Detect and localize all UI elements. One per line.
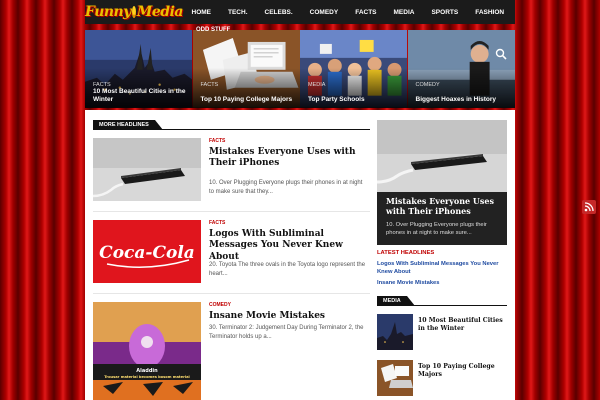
site-logo[interactable]: Funny Media: [85, 0, 184, 24]
article-title[interactable]: Logos With Subliminal Messages You Never…: [209, 229, 369, 263]
aladdin-caption: Aladdin: [136, 368, 158, 374]
featured-category: MEDIA: [308, 82, 326, 88]
article-excerpt: 20. Toyota The three ovals in the Toyota…: [209, 262, 366, 277]
top-navigation-bar: Funny Media HOME TECH. CELEBS. COMEDY FA…: [85, 0, 515, 24]
nav-item-media[interactable]: MEDIA: [385, 0, 423, 24]
search-icon[interactable]: [495, 48, 507, 60]
nav-item-tech[interactable]: TECH.: [220, 0, 257, 24]
featured-title: Top 10 Paying College Majors: [200, 95, 293, 103]
article-title[interactable]: Insane Movie Mistakes: [209, 311, 369, 322]
featured-category: COMEDY: [415, 82, 440, 88]
featured-strip: FACTS 10 Most Beautiful Cities in the Wi…: [85, 30, 515, 108]
latest-headline-link[interactable]: Insane Movie Mistakes: [377, 279, 507, 287]
media-item-title[interactable]: Top 10 Paying College Majors: [418, 363, 508, 379]
article-category: COMEDY: [209, 302, 231, 308]
coca-cola-logo-text: Coca-Cola: [99, 243, 195, 263]
nav-item-sports[interactable]: SPORTS: [423, 0, 467, 24]
sidebar-featured-excerpt: 10. Over Plugging Everyone plugs their p…: [386, 222, 487, 237]
article-item-iphone[interactable]: FACTS Mistakes Everyone Uses with Their …: [93, 138, 370, 208]
article-category: FACTS: [209, 220, 226, 226]
article-category: FACTS: [209, 138, 226, 144]
section-divider: [377, 305, 507, 306]
article-excerpt: 10. Over Plugging Everyone plugs their p…: [209, 180, 363, 195]
nav-item-facts[interactable]: FACTS: [347, 0, 385, 24]
article-divider: [93, 293, 370, 294]
nav-item-comedy[interactable]: COMEDY: [301, 0, 347, 24]
featured-title: Top Party Schools: [308, 95, 365, 103]
article-title[interactable]: Mistakes Everyone Uses with Their iPhone…: [209, 147, 369, 170]
logo-text-media: Media: [136, 4, 184, 20]
odd-stuff-label[interactable]: ODD STUFF: [196, 27, 230, 33]
nav-item-fashion[interactable]: FASHION: [467, 0, 513, 24]
rss-icon: [584, 202, 594, 212]
smiley-icon: [131, 6, 136, 18]
featured-card-college-majors[interactable]: FACTS Top 10 Paying College Majors: [192, 30, 300, 108]
article-item-movie-mistakes[interactable]: Aladdin Trousar material becomes bosom m…: [93, 302, 370, 400]
featured-title: Biggest Hoaxes in History: [415, 95, 497, 103]
sidebar-featured-title[interactable]: Mistakes Everyone Uses with Their iPhone…: [386, 196, 501, 216]
aladdin-image: Aladdin Trousar material becomes bosom m…: [93, 302, 201, 400]
rss-button[interactable]: [582, 200, 596, 214]
article-divider: [93, 211, 370, 212]
article-excerpt: 30. Terminator 2: Judgement Day During T…: [209, 325, 364, 340]
papers-laptop-thumb: [377, 360, 413, 396]
featured-card-hoaxes[interactable]: COMEDY Biggest Hoaxes in History: [407, 30, 515, 108]
media-item-title[interactable]: 10 Most Beautiful Cities in the Winter: [418, 317, 508, 333]
logo-text-funny: Funny: [85, 4, 131, 20]
media-item-winter-cities[interactable]: 10 Most Beautiful Cities in the Winter: [377, 314, 507, 350]
article-item-logos[interactable]: Coca-Cola FACTS Logos With Subliminal Me…: [93, 220, 370, 290]
nav-item-celebs[interactable]: CELEBS.: [256, 0, 301, 24]
section-divider: [93, 129, 370, 130]
aladdin-subcaption: Trousar material becomes bosom material: [104, 375, 190, 379]
nav-item-home[interactable]: HOME: [183, 0, 220, 24]
coca-cola-logo-image: Coca-Cola: [93, 220, 201, 283]
featured-title: 10 Most Beautiful Cities in the Winter: [93, 88, 186, 103]
main-content: MORE HEADLINES FACTS Mistakes Everyone U…: [85, 110, 515, 400]
main-nav: HOME TECH. CELEBS. COMEDY FACTS MEDIA SP…: [183, 0, 513, 24]
winter-city-thumb: [377, 314, 413, 350]
latest-headlines-heading: LATEST HEADLINES: [377, 250, 435, 256]
sidebar-featured-article[interactable]: Mistakes Everyone Uses with Their iPhone…: [377, 120, 507, 245]
featured-category: FACTS: [200, 82, 219, 88]
iphone-image: [93, 138, 201, 201]
iphone-image: [377, 120, 507, 192]
featured-card-party-schools[interactable]: MEDIA Top Party Schools: [300, 30, 408, 108]
latest-headline-link[interactable]: Logos With Subliminal Messages You Never…: [377, 260, 507, 276]
media-item-college-majors[interactable]: Top 10 Paying College Majors: [377, 360, 507, 396]
featured-card-winter-cities[interactable]: FACTS 10 Most Beautiful Cities in the Wi…: [85, 30, 193, 108]
